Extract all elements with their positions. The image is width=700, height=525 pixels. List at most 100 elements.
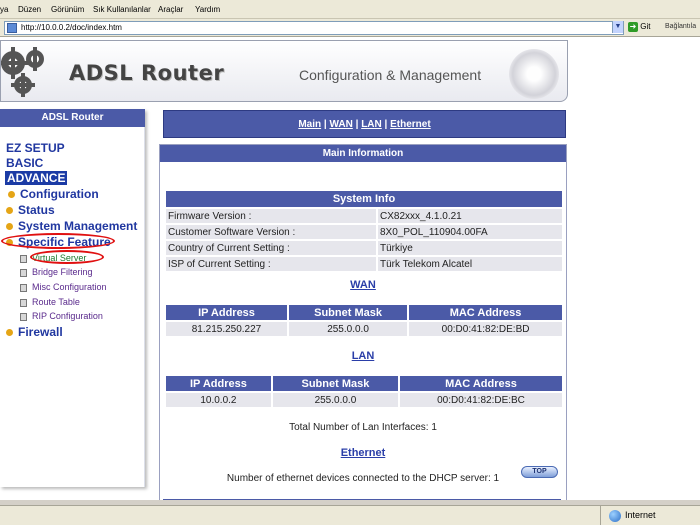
document-icon — [20, 254, 27, 263]
address-bar: http://10.0.0.2/doc/index.htm ▼ ➜ Git Ba… — [0, 19, 700, 37]
red-highlight-circle — [30, 250, 104, 264]
ethernet-section-title[interactable]: Ethernet — [160, 447, 566, 459]
banner-title: ADSL Router — [69, 61, 225, 85]
menu-view[interactable]: Görünüm — [51, 5, 84, 14]
table-row: Country of Current Setting : Türkiye — [166, 241, 562, 255]
firmware-value: CX82xxx_4.1.0.21 — [378, 209, 562, 223]
wan-table: IP Address Subnet Mask MAC Address 81.21… — [164, 303, 564, 338]
tab-separator: | — [355, 119, 359, 130]
nav-route-table[interactable]: Route Table — [20, 297, 80, 307]
nav-status-label: Status — [18, 203, 55, 217]
menu-tools[interactable]: Araçlar — [158, 5, 183, 14]
wan-section-title[interactable]: WAN — [160, 279, 566, 291]
wan-mask-value: 255.0.0.0 — [289, 322, 408, 336]
red-highlight-circle — [1, 233, 115, 249]
nav-advance[interactable]: ADVANCE — [5, 171, 68, 185]
main-info-panel: Main Information System Info Firmware Ve… — [159, 144, 567, 500]
nav-rip-configuration[interactable]: RIP Configuration — [20, 311, 103, 321]
country-value: Türkiye — [378, 241, 562, 255]
folder-bullet-icon — [6, 223, 13, 231]
folder-bullet-icon — [6, 329, 13, 337]
table-row: 81.215.250.227 255.0.0.0 00:D0:41:82:DE:… — [166, 322, 562, 336]
address-dropdown-icon[interactable]: ▼ — [612, 21, 623, 33]
lan-mask-header: Subnet Mask — [272, 376, 398, 391]
wan-mac-header: MAC Address — [409, 305, 562, 320]
links-label[interactable]: Bağlantıla — [665, 23, 696, 30]
page-content: ADSL Router Configuration & Management A… — [0, 37, 700, 500]
security-zone: Internet — [600, 506, 700, 525]
browser-statusbar: Internet — [0, 505, 700, 525]
nav-rip-configuration-label: RIP Configuration — [32, 311, 103, 321]
menu-help[interactable]: Yardım — [195, 5, 220, 14]
lan-interfaces-text: Total Number of Lan Interfaces: 1 — [289, 422, 437, 433]
header-banner: ADSL Router Configuration & Management — [0, 40, 568, 102]
gears-icon — [1, 47, 44, 97]
lan-mask-value: 255.0.0.0 — [272, 393, 398, 407]
document-icon — [20, 268, 27, 277]
lan-table: IP Address Subnet Mask MAC Address 10.0.… — [164, 374, 564, 409]
tab-separator: | — [323, 119, 327, 130]
nav-ez-setup[interactable]: EZ SETUP — [6, 141, 65, 155]
tab-lan[interactable]: LAN — [361, 119, 382, 130]
table-row: ISP of Current Setting : Türk Telekom Alc… — [166, 257, 562, 271]
customer-sw-value: 8X0_POL_110904.00FA — [378, 225, 562, 239]
nav-route-table-label: Route Table — [32, 297, 80, 307]
banner-subtitle: Configuration & Management — [299, 67, 482, 83]
folder-bullet-icon — [8, 191, 15, 199]
system-info-table: System Info Firmware Version : CX82xxx_4.… — [164, 189, 564, 273]
folder-bullet-icon — [6, 207, 13, 215]
tab-main[interactable]: Main — [298, 119, 321, 130]
wan-mask-header: Subnet Mask — [289, 305, 408, 320]
isp-label: ISP of Current Setting : — [166, 257, 376, 271]
menu-file[interactable]: ya — [0, 5, 8, 14]
nav-status[interactable]: Status — [6, 203, 55, 217]
country-label: Country of Current Setting : — [166, 241, 376, 255]
document-icon — [20, 298, 27, 307]
go-button[interactable]: ➜ Git — [628, 22, 650, 32]
tab-separator: | — [384, 119, 388, 130]
nav-configuration-label: Configuration — [20, 187, 99, 201]
menu-favorites[interactable]: Sık Kullanılanlar — [93, 5, 151, 14]
nav-bridge-filtering-label: Bridge Filtering — [32, 267, 93, 277]
nav-firewall-label: Firewall — [18, 325, 63, 339]
table-row: Firmware Version : CX82xxx_4.1.0.21 — [166, 209, 562, 223]
section-tabs: Main | WAN | LAN | Ethernet — [163, 110, 566, 138]
nav-header: ADSL Router — [0, 109, 145, 127]
lan-mac-value: 00:D0:41:82:DE:BC — [400, 393, 562, 407]
go-arrow-icon: ➜ — [628, 22, 638, 32]
table-row: Customer Software Version :8X0_POL_11090… — [166, 225, 562, 239]
zone-label: Internet — [625, 510, 656, 520]
nav-system-management-label: System Management — [18, 219, 138, 233]
document-icon — [20, 312, 27, 321]
nav-system-management[interactable]: System Management — [6, 219, 137, 233]
globe-icon — [609, 510, 621, 522]
back-to-top-button[interactable]: TOP — [521, 466, 558, 478]
wan-ip-header: IP Address — [166, 305, 287, 320]
lan-ip-header: IP Address — [166, 376, 271, 391]
nav-misc-configuration[interactable]: Misc Configuration — [20, 282, 107, 292]
document-icon — [20, 283, 27, 292]
firmware-label: Firmware Version : — [166, 209, 376, 223]
page-icon — [7, 23, 17, 33]
lan-ip-value: 10.0.0.2 — [166, 393, 271, 407]
nav-firewall[interactable]: Firewall — [6, 325, 63, 339]
table-row: 10.0.0.2 255.0.0.0 00:D0:41:82:DE:BC — [166, 393, 562, 407]
isp-value: Türk Telekom Alcatel — [378, 257, 562, 271]
nav-basic[interactable]: BASIC — [6, 156, 43, 170]
address-input[interactable]: http://10.0.0.2/doc/index.htm — [4, 21, 624, 35]
lan-section-title[interactable]: LAN — [160, 350, 566, 362]
address-url[interactable]: http://10.0.0.2/doc/index.htm — [21, 22, 122, 34]
tab-ethernet[interactable]: Ethernet — [390, 119, 431, 130]
wan-ip-value: 81.215.250.227 — [166, 322, 287, 336]
go-label: Git — [640, 22, 651, 32]
ethernet-devices-text: Number of ethernet devices connected to … — [226, 473, 500, 484]
tab-wan[interactable]: WAN — [329, 119, 352, 130]
nav-bridge-filtering[interactable]: Bridge Filtering — [20, 267, 93, 277]
lan-mac-header: MAC Address — [400, 376, 562, 391]
menu-edit[interactable]: Düzen — [18, 5, 41, 14]
wan-mac-value: 00:D0:41:82:DE:BD — [409, 322, 562, 336]
system-info-title: System Info — [166, 191, 562, 207]
nav-configuration[interactable]: Configuration — [8, 187, 99, 201]
left-navigation: ADSL Router EZ SETUP BASIC ADVANCE Confi… — [0, 109, 145, 487]
nav-misc-configuration-label: Misc Configuration — [32, 282, 107, 292]
